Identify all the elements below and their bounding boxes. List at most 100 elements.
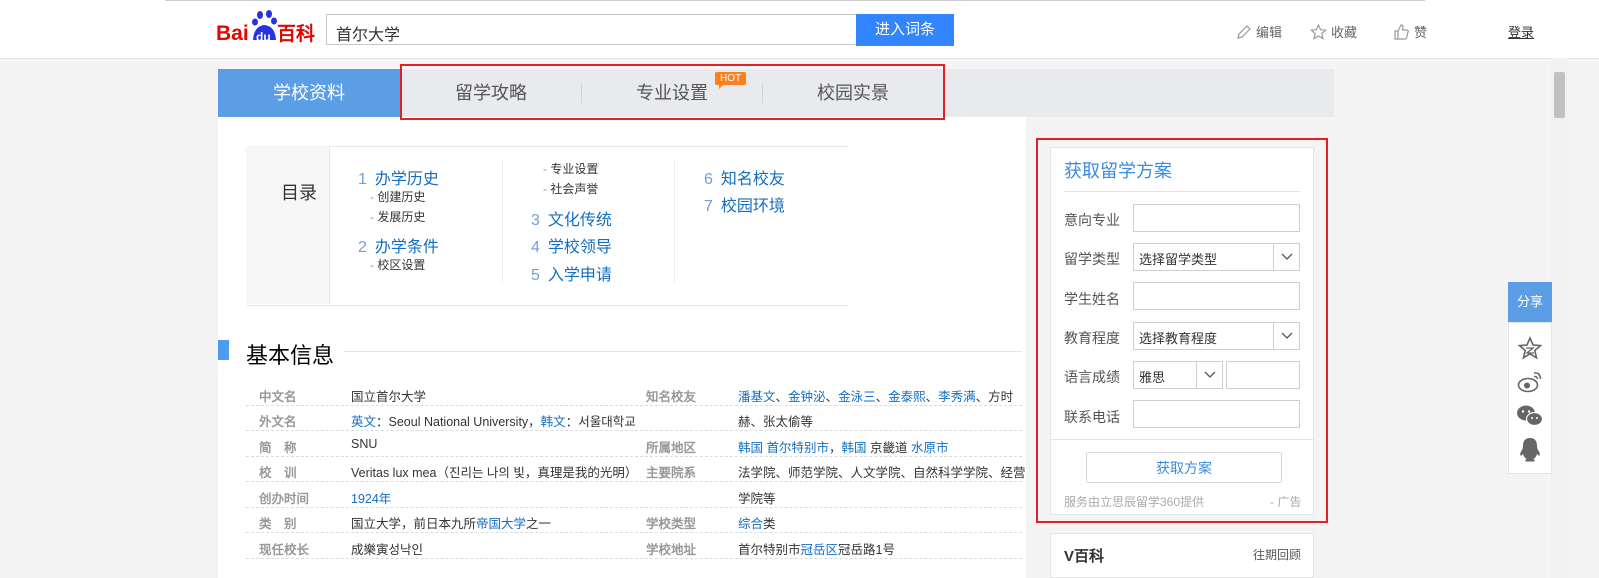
field-label-phone: 联系电话: [1064, 409, 1120, 425]
share-button[interactable]: 分享: [1508, 282, 1552, 322]
info-label: 知名校友: [646, 390, 697, 404]
student-name-input[interactable]: [1133, 282, 1300, 310]
info-link[interactable]: 英文: [351, 415, 376, 429]
pencil-icon: [1237, 24, 1251, 39]
top-border-line: [165, 0, 1425, 1]
vbaike-title: V百科: [1064, 548, 1105, 565]
qq-icon[interactable]: [1516, 436, 1544, 464]
qzone-icon[interactable]: [1516, 334, 1544, 362]
form-divider: [1064, 191, 1300, 192]
catalog-item[interactable]: 4 学校领导: [531, 233, 612, 257]
logo-text-baike: 百科: [277, 22, 315, 45]
field-label-language-score: 语言成绩: [1064, 369, 1120, 385]
logo-text-bai: Bai: [216, 22, 249, 45]
star-icon: [1310, 23, 1327, 40]
catalog-subitem[interactable]: 创建历史: [370, 188, 425, 205]
login-link[interactable]: 登录: [1508, 22, 1534, 41]
catalog-subitem[interactable]: 社会声誉: [543, 180, 598, 197]
catalog-subitem[interactable]: 校区设置: [370, 256, 425, 273]
edit-label: 编辑: [1256, 25, 1283, 40]
study-type-select[interactable]: 选择留学类型: [1133, 243, 1300, 271]
info-link[interactable]: 水原市: [911, 441, 949, 455]
scrollbar-track[interactable]: [1551, 58, 1568, 578]
info-link[interactable]: 1924年: [351, 488, 391, 507]
info-value: 韩国 首尔特别市，韩国 京畿道 水原市: [738, 441, 949, 455]
info-link[interactable]: 金钟泌: [788, 390, 826, 404]
info-label: 所属地区: [646, 441, 697, 455]
search-button[interactable]: 进入词条: [856, 14, 954, 46]
info-link[interactable]: 综合: [738, 517, 763, 531]
wechat-icon[interactable]: [1516, 402, 1544, 430]
catalog-item[interactable]: 6 知名校友: [704, 165, 785, 189]
info-label: 现任校长: [259, 543, 310, 557]
info-value: SNU: [351, 437, 378, 451]
tab-school-info[interactable]: 学校资料: [218, 69, 400, 117]
language-score-input[interactable]: [1226, 361, 1300, 389]
info-value: 国立大学，前日本九所帝国大学之一: [351, 517, 552, 531]
search-input[interactable]: 首尔大学: [326, 14, 857, 45]
info-link[interactable]: 韩国: [842, 441, 867, 455]
catalog-subitem[interactable]: 专业设置: [543, 160, 598, 177]
weibo-icon[interactable]: [1516, 368, 1544, 396]
section-title-line: [246, 351, 1022, 352]
form-footer-divider: [1051, 439, 1313, 440]
info-label: 创办时间: [259, 492, 310, 506]
chevron-down-icon[interactable]: [1273, 244, 1300, 270]
study-type-value: 选择留学类型: [1139, 252, 1218, 267]
info-label: 学校地址: [646, 543, 697, 557]
info-label: 学校类型: [646, 517, 697, 531]
catalog-column-divider: [674, 160, 675, 283]
edit-button[interactable]: 编辑: [1236, 22, 1282, 41]
get-plan-button[interactable]: 获取方案: [1086, 452, 1282, 483]
like-label: 赞: [1414, 25, 1428, 40]
catalog-item[interactable]: 5 入学申请: [531, 261, 612, 285]
like-button[interactable]: 赞: [1393, 22, 1427, 41]
phone-input[interactable]: [1133, 400, 1300, 428]
info-label: 简 称: [259, 441, 297, 455]
section-title-basic-info: 基本信息: [246, 338, 345, 370]
chevron-down-icon[interactable]: [1196, 362, 1223, 388]
info-label: 外文名: [259, 415, 297, 429]
info-value: 潘基文、金钟泌、金泳三、金泰熙、李秀满、方时: [738, 390, 1014, 404]
info-value: 成樂寅성낙인: [351, 543, 424, 557]
info-label: 校 训: [259, 466, 297, 480]
baidu-baike-logo[interactable]: Bai du 百科: [216, 10, 318, 46]
highlight-box-tabs: [400, 64, 945, 120]
vbaike-archive-link[interactable]: 往期回顾: [1253, 546, 1301, 563]
info-value: 首尔特别市冠岳区冠岳路1号: [738, 543, 895, 557]
provider-note: 服务由立思辰留学360提供: [1064, 495, 1205, 509]
catalog-label-box: [246, 146, 330, 304]
favorite-button[interactable]: 收藏: [1310, 22, 1357, 41]
info-link[interactable]: 金泰熙: [888, 390, 926, 404]
catalog-item[interactable]: 2 办学条件: [358, 233, 439, 257]
catalog-subitem[interactable]: 发展历史: [370, 208, 425, 225]
field-label-student-name: 学生姓名: [1064, 291, 1120, 307]
info-link[interactable]: 潘基文: [738, 390, 776, 404]
ad-label: - 广告: [1270, 495, 1302, 509]
catalog-item[interactable]: 7 校园环境: [704, 192, 785, 216]
info-link[interactable]: 韩文: [541, 415, 566, 429]
catalog-column-divider: [502, 160, 503, 283]
education-value: 选择教育程度: [1139, 331, 1218, 346]
info-value: 法学院、师范学院、人文学院、自然科学学院、经营: [738, 466, 1026, 480]
info-label: 主要院系: [646, 466, 697, 480]
info-value: 国立首尔大学: [351, 390, 427, 404]
info-link[interactable]: 韩国 首尔特别市: [738, 441, 829, 455]
info-label: 中文名: [259, 390, 297, 404]
education-select[interactable]: 选择教育程度: [1133, 322, 1300, 350]
major-input[interactable]: [1133, 204, 1300, 232]
info-link[interactable]: 金泳三: [838, 390, 876, 404]
info-link[interactable]: 冠岳区: [801, 543, 839, 557]
catalog-title: 目录: [281, 183, 317, 203]
language-test-select[interactable]: 雅思: [1133, 361, 1223, 389]
form-title: 获取留学方案: [1064, 161, 1172, 181]
info-link[interactable]: 李秀满: [938, 390, 976, 404]
field-label-major: 意向专业: [1064, 212, 1120, 228]
field-label-education: 教育程度: [1064, 330, 1120, 346]
logo-text-du: du: [256, 30, 271, 44]
info-link[interactable]: 帝国大学: [476, 517, 526, 531]
chevron-down-icon[interactable]: [1273, 323, 1300, 349]
catalog-item[interactable]: 1 办学历史: [358, 165, 439, 189]
catalog-item[interactable]: 3 文化传统: [531, 206, 612, 230]
scrollbar-thumb[interactable]: [1554, 72, 1565, 118]
